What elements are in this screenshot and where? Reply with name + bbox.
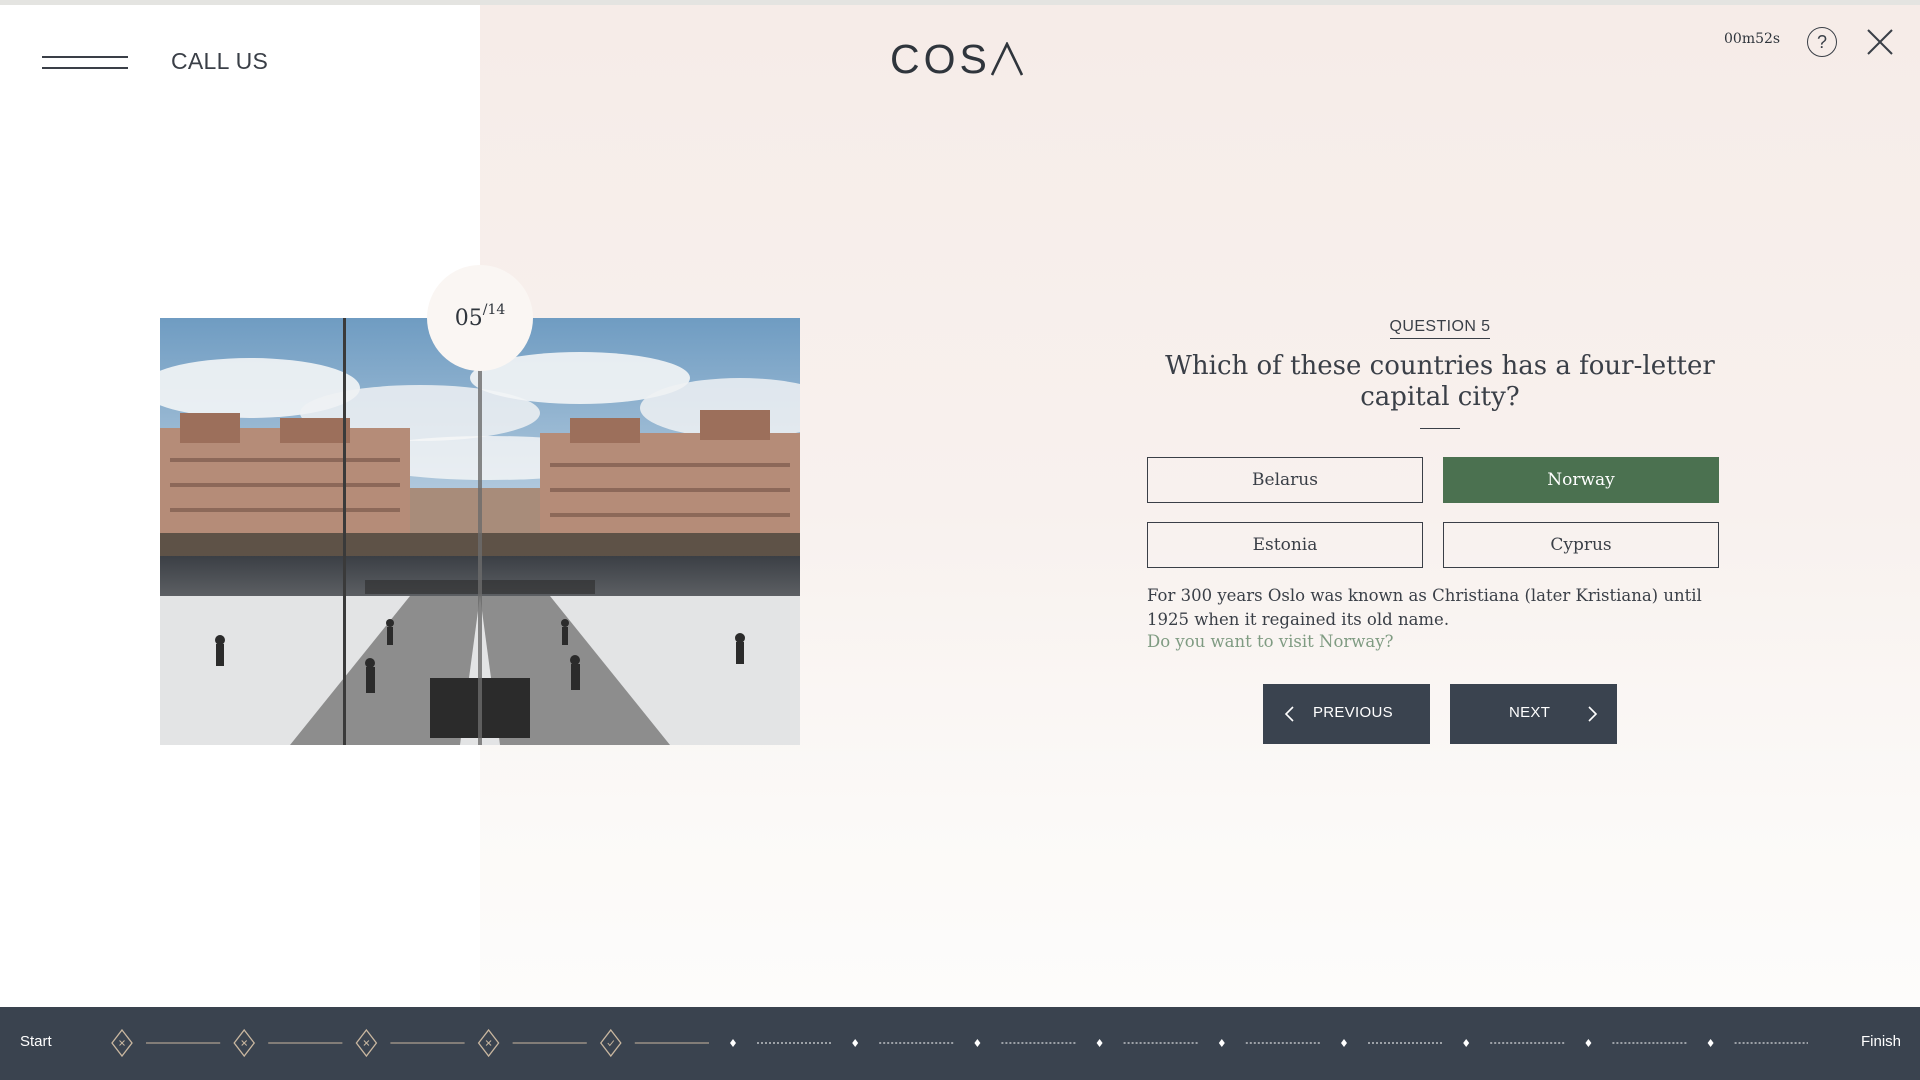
progress-step-5-correct[interactable] (599, 1028, 622, 1058)
quiz-timer: 00m52s (1724, 31, 1781, 47)
chevron-right-icon (1588, 706, 1598, 722)
close-icon[interactable] (1866, 28, 1894, 56)
answer-cyprus[interactable]: Cyprus (1443, 522, 1719, 568)
visit-country-link[interactable]: Do you want to visit Norway? (1147, 632, 1393, 651)
counter-total: /14 (482, 302, 506, 318)
answer-norway[interactable]: Norway (1443, 457, 1719, 503)
previous-label: PREVIOUS (1313, 704, 1393, 721)
progress-step-4-wrong[interactable] (477, 1028, 500, 1058)
quiz-progress-bar: Start Finish (0, 1007, 1920, 1080)
chevron-left-icon (1284, 706, 1294, 722)
question-label: QUESTION 5 (1340, 318, 1540, 339)
question-counter: 05/14 (427, 265, 533, 371)
answer-explanation: For 300 years Oslo was known as Christia… (1147, 586, 1702, 629)
question-circle-icon[interactable]: ? (1807, 27, 1837, 57)
next-label: NEXT (1509, 704, 1551, 721)
question-photo (160, 318, 800, 745)
logo-a-glyph (990, 41, 1024, 76)
counter-current: 05 (454, 305, 483, 331)
progress-step-3-wrong[interactable] (355, 1028, 378, 1058)
question-divider (1420, 428, 1460, 429)
previous-button[interactable]: PREVIOUS (1263, 684, 1430, 744)
next-button[interactable]: NEXT (1450, 684, 1617, 744)
progress-step-10-pending (1218, 1039, 1225, 1047)
progress-step-8-pending (974, 1039, 981, 1047)
answer-label: Belarus (1252, 470, 1318, 490)
hamburger-icon[interactable] (42, 56, 128, 70)
progress-step-1-wrong[interactable] (111, 1028, 133, 1058)
help-symbol: ? (1816, 31, 1827, 52)
question-text: Which of these countries has a four-lett… (1165, 351, 1715, 412)
progress-track (111, 1028, 1808, 1058)
answer-label: Cyprus (1550, 535, 1612, 555)
answer-estonia[interactable]: Estonia (1147, 522, 1423, 568)
cosa-logo: COS (890, 38, 1030, 80)
progress-step-11-pending (1341, 1039, 1347, 1047)
answer-label: Norway (1547, 470, 1615, 490)
progress-step-2-wrong[interactable] (233, 1028, 256, 1058)
progress-step-6-pending (730, 1039, 736, 1047)
progress-step-14-pending (1707, 1039, 1714, 1047)
answer-label: Estonia (1252, 535, 1318, 555)
call-us-link[interactable]: CALL US (171, 48, 268, 75)
progress-step-9-pending (1096, 1039, 1103, 1047)
answer-belarus[interactable]: Belarus (1147, 457, 1423, 503)
progress-step-13-pending (1585, 1039, 1592, 1047)
progress-step-7-pending (852, 1039, 859, 1047)
progress-step-12-pending (1463, 1039, 1470, 1047)
logo-text: COS (890, 36, 991, 82)
